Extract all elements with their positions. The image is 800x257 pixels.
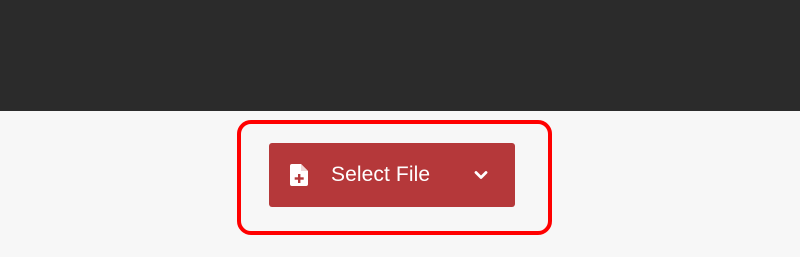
chevron-down-icon[interactable] [473, 167, 489, 183]
header-band [0, 0, 800, 111]
select-file-label: Select File [331, 163, 431, 186]
select-file-button[interactable]: Select File [269, 143, 515, 207]
file-plus-icon [290, 164, 308, 186]
